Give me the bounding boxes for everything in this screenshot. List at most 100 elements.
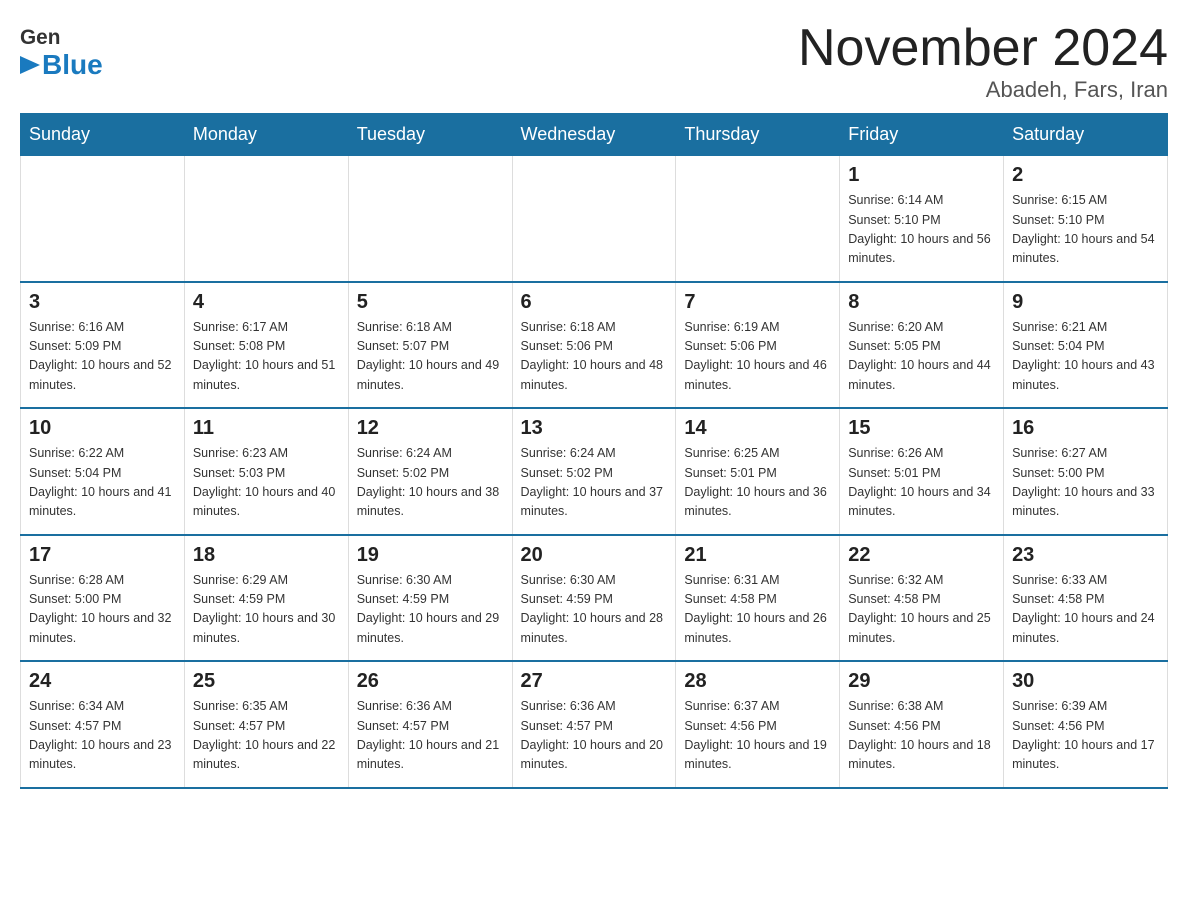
calendar-cell: 1Sunrise: 6:14 AMSunset: 5:10 PMDaylight… — [840, 156, 1004, 282]
calendar-table: SundayMondayTuesdayWednesdayThursdayFrid… — [20, 113, 1168, 789]
logo: General Blue — [20, 20, 103, 81]
day-number: 8 — [848, 291, 995, 314]
calendar-week-row: 10 Sunrise: 6:22 AMSunset: 5:04 PMDayligh… — [21, 408, 1168, 535]
calendar-cell — [512, 156, 676, 282]
day-info: Sunrise: 6:28 AMSunset: 5:00 PMDaylight:… — [29, 571, 176, 649]
day-number: 4 — [193, 291, 340, 314]
day-info: Sunrise: 6:32 AMSunset: 4:58 PMDaylight:… — [848, 571, 995, 649]
day-number: 22 — [848, 544, 995, 567]
calendar-cell: 5 Sunrise: 6:18 AMSunset: 5:07 PMDaylight… — [348, 282, 512, 409]
day-info: Sunrise: 6:39 AMSunset: 4:56 PMDaylight:… — [1012, 697, 1159, 775]
day-number: 15 — [848, 417, 995, 440]
day-number: 13 — [521, 417, 668, 440]
day-info: Sunrise: 6:36 AMSunset: 4:57 PMDaylight:… — [521, 697, 668, 775]
calendar-cell — [676, 156, 840, 282]
calendar-cell: 19 Sunrise: 6:30 AMSunset: 4:59 PMDayligh… — [348, 535, 512, 662]
day-info: Sunrise: 6:30 AMSunset: 4:59 PMDaylight:… — [357, 571, 504, 649]
calendar-cell: 20 Sunrise: 6:30 AMSunset: 4:59 PMDayligh… — [512, 535, 676, 662]
day-info: Sunrise: 6:35 AMSunset: 4:57 PMDaylight:… — [193, 697, 340, 775]
calendar-cell: 4 Sunrise: 6:17 AMSunset: 5:08 PMDaylight… — [184, 282, 348, 409]
day-number: 10 — [29, 417, 176, 440]
blue-triangle-icon — [20, 56, 40, 74]
weekday-header-tuesday: Tuesday — [348, 114, 512, 156]
calendar-cell: 23Sunrise: 6:33 AMSunset: 4:58 PMDayligh… — [1004, 535, 1168, 662]
calendar-cell: 28 Sunrise: 6:37 AMSunset: 4:56 PMDayligh… — [676, 661, 840, 788]
title-section: November 2024 Abadeh, Fars, Iran — [798, 20, 1168, 103]
calendar-cell: 8 Sunrise: 6:20 AMSunset: 5:05 PMDaylight… — [840, 282, 1004, 409]
calendar-cell: 2 Sunrise: 6:15 AMSunset: 5:10 PMDaylight… — [1004, 156, 1168, 282]
day-info: Sunrise: 6:15 AMSunset: 5:10 PMDaylight:… — [1012, 191, 1159, 269]
day-number: 9 — [1012, 291, 1159, 314]
day-number: 26 — [357, 670, 504, 693]
calendar-week-row: 1Sunrise: 6:14 AMSunset: 5:10 PMDaylight… — [21, 156, 1168, 282]
calendar-cell: 18 Sunrise: 6:29 AMSunset: 4:59 PMDayligh… — [184, 535, 348, 662]
day-info: Sunrise: 6:17 AMSunset: 5:08 PMDaylight:… — [193, 318, 340, 396]
calendar-cell: 16 Sunrise: 6:27 AMSunset: 5:00 PMDayligh… — [1004, 408, 1168, 535]
day-number: 14 — [684, 417, 831, 440]
calendar-cell — [21, 156, 185, 282]
calendar-cell: 10 Sunrise: 6:22 AMSunset: 5:04 PMDayligh… — [21, 408, 185, 535]
day-number: 25 — [193, 670, 340, 693]
page-header: General Blue November 2024 Abadeh, Fars,… — [20, 20, 1168, 103]
weekday-header-sunday: Sunday — [21, 114, 185, 156]
day-info: Sunrise: 6:25 AMSunset: 5:01 PMDaylight:… — [684, 444, 831, 522]
calendar-cell: 24 Sunrise: 6:34 AMSunset: 4:57 PMDayligh… — [21, 661, 185, 788]
day-number: 6 — [521, 291, 668, 314]
day-number: 7 — [684, 291, 831, 314]
day-info: Sunrise: 6:34 AMSunset: 4:57 PMDaylight:… — [29, 697, 176, 775]
day-info: Sunrise: 6:19 AMSunset: 5:06 PMDaylight:… — [684, 318, 831, 396]
calendar-cell: 25 Sunrise: 6:35 AMSunset: 4:57 PMDayligh… — [184, 661, 348, 788]
weekday-header-thursday: Thursday — [676, 114, 840, 156]
calendar-week-row: 24 Sunrise: 6:34 AMSunset: 4:57 PMDayligh… — [21, 661, 1168, 788]
day-info: Sunrise: 6:23 AMSunset: 5:03 PMDaylight:… — [193, 444, 340, 522]
day-info: Sunrise: 6:21 AMSunset: 5:04 PMDaylight:… — [1012, 318, 1159, 396]
day-info: Sunrise: 6:22 AMSunset: 5:04 PMDaylight:… — [29, 444, 176, 522]
calendar-cell: 29 Sunrise: 6:38 AMSunset: 4:56 PMDayligh… — [840, 661, 1004, 788]
day-number: 24 — [29, 670, 176, 693]
day-info: Sunrise: 6:24 AMSunset: 5:02 PMDaylight:… — [521, 444, 668, 522]
day-info: Sunrise: 6:29 AMSunset: 4:59 PMDaylight:… — [193, 571, 340, 649]
day-info: Sunrise: 6:27 AMSunset: 5:00 PMDaylight:… — [1012, 444, 1159, 522]
day-number: 30 — [1012, 670, 1159, 693]
day-info: Sunrise: 6:20 AMSunset: 5:05 PMDaylight:… — [848, 318, 995, 396]
day-info: Sunrise: 6:38 AMSunset: 4:56 PMDaylight:… — [848, 697, 995, 775]
day-info: Sunrise: 6:16 AMSunset: 5:09 PMDaylight:… — [29, 318, 176, 396]
day-number: 12 — [357, 417, 504, 440]
calendar-cell: 26 Sunrise: 6:36 AMSunset: 4:57 PMDayligh… — [348, 661, 512, 788]
day-info: Sunrise: 6:18 AMSunset: 5:07 PMDaylight:… — [357, 318, 504, 396]
calendar-week-row: 17 Sunrise: 6:28 AMSunset: 5:00 PMDayligh… — [21, 535, 1168, 662]
day-number: 17 — [29, 544, 176, 567]
weekday-header-wednesday: Wednesday — [512, 114, 676, 156]
day-number: 20 — [521, 544, 668, 567]
day-number: 19 — [357, 544, 504, 567]
calendar-cell: 14 Sunrise: 6:25 AMSunset: 5:01 PMDayligh… — [676, 408, 840, 535]
day-number: 18 — [193, 544, 340, 567]
day-info: Sunrise: 6:14 AMSunset: 5:10 PMDaylight:… — [848, 191, 995, 269]
day-number: 3 — [29, 291, 176, 314]
calendar-cell: 15 Sunrise: 6:26 AMSunset: 5:01 PMDayligh… — [840, 408, 1004, 535]
month-title: November 2024 — [798, 20, 1168, 77]
day-number: 5 — [357, 291, 504, 314]
calendar-cell: 27Sunrise: 6:36 AMSunset: 4:57 PMDayligh… — [512, 661, 676, 788]
day-number: 29 — [848, 670, 995, 693]
day-info: Sunrise: 6:37 AMSunset: 4:56 PMDaylight:… — [684, 697, 831, 775]
day-info: Sunrise: 6:24 AMSunset: 5:02 PMDaylight:… — [357, 444, 504, 522]
day-number: 28 — [684, 670, 831, 693]
calendar-cell — [184, 156, 348, 282]
day-info: Sunrise: 6:26 AMSunset: 5:01 PMDaylight:… — [848, 444, 995, 522]
location-title: Abadeh, Fars, Iran — [798, 77, 1168, 103]
calendar-cell: 12 Sunrise: 6:24 AMSunset: 5:02 PMDayligh… — [348, 408, 512, 535]
calendar-cell — [348, 156, 512, 282]
day-number: 16 — [1012, 417, 1159, 440]
day-number: 21 — [684, 544, 831, 567]
calendar-cell: 22 Sunrise: 6:32 AMSunset: 4:58 PMDayligh… — [840, 535, 1004, 662]
weekday-header-saturday: Saturday — [1004, 114, 1168, 156]
day-info: Sunrise: 6:33 AMSunset: 4:58 PMDaylight:… — [1012, 571, 1159, 649]
calendar-cell: 17 Sunrise: 6:28 AMSunset: 5:00 PMDayligh… — [21, 535, 185, 662]
calendar-cell: 11Sunrise: 6:23 AMSunset: 5:03 PMDayligh… — [184, 408, 348, 535]
calendar-cell: 6Sunrise: 6:18 AMSunset: 5:06 PMDaylight… — [512, 282, 676, 409]
calendar-cell: 7 Sunrise: 6:19 AMSunset: 5:06 PMDaylight… — [676, 282, 840, 409]
day-info: Sunrise: 6:36 AMSunset: 4:57 PMDaylight:… — [357, 697, 504, 775]
day-info: Sunrise: 6:30 AMSunset: 4:59 PMDaylight:… — [521, 571, 668, 649]
day-number: 2 — [1012, 164, 1159, 187]
